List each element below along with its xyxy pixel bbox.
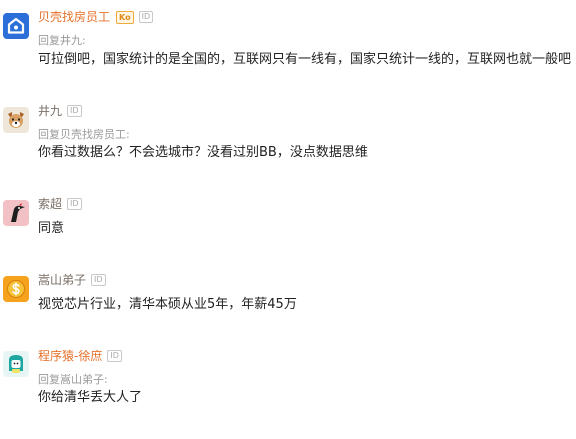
username[interactable]: 索超 <box>38 197 62 211</box>
dollar-coin-icon <box>7 280 25 298</box>
comment-text: 视觉芯片行业，清华本硕从业5年，年薪45万 <box>38 297 297 312</box>
avatar[interactable] <box>3 13 29 39</box>
id-badge: ID <box>91 274 106 286</box>
programmer-icon <box>9 355 23 373</box>
id-badge: ID <box>107 350 122 362</box>
reply-to: 回复嵩山弟子: <box>38 373 108 386</box>
dog-face-icon <box>8 112 24 128</box>
comment-text: 你给清华丢大人了 <box>38 390 143 405</box>
house-logo-icon <box>7 17 25 34</box>
username[interactable]: 贝壳找房员工 <box>38 10 110 24</box>
woodpecker-icon <box>11 203 25 222</box>
comment-text: 同意 <box>38 221 65 236</box>
avatar[interactable] <box>3 107 29 133</box>
avatar[interactable] <box>3 351 29 377</box>
id-badge: ID <box>67 198 82 210</box>
username[interactable]: 井九 <box>38 104 62 118</box>
avatar[interactable] <box>3 200 29 226</box>
username[interactable]: 程序猿-徐庶 <box>38 349 102 363</box>
id-badge: ID <box>138 11 154 23</box>
comment-text: 可拉倒吧，国家统计的是全国的，互联网只有一线有，国家只统计一线的，互联网也就一般… <box>38 52 572 67</box>
avatar[interactable] <box>3 276 29 302</box>
reply-to: 回复贝壳找房员工: <box>38 128 130 141</box>
comment-text: 你看过数据么？不会选城市？没看过别BB，没点数据思维 <box>38 145 368 160</box>
reply-to: 回复井九: <box>38 34 86 47</box>
id-badge: ID <box>67 105 82 117</box>
username[interactable]: 嵩山弟子 <box>38 273 86 287</box>
level-badge: Ko <box>116 10 134 24</box>
